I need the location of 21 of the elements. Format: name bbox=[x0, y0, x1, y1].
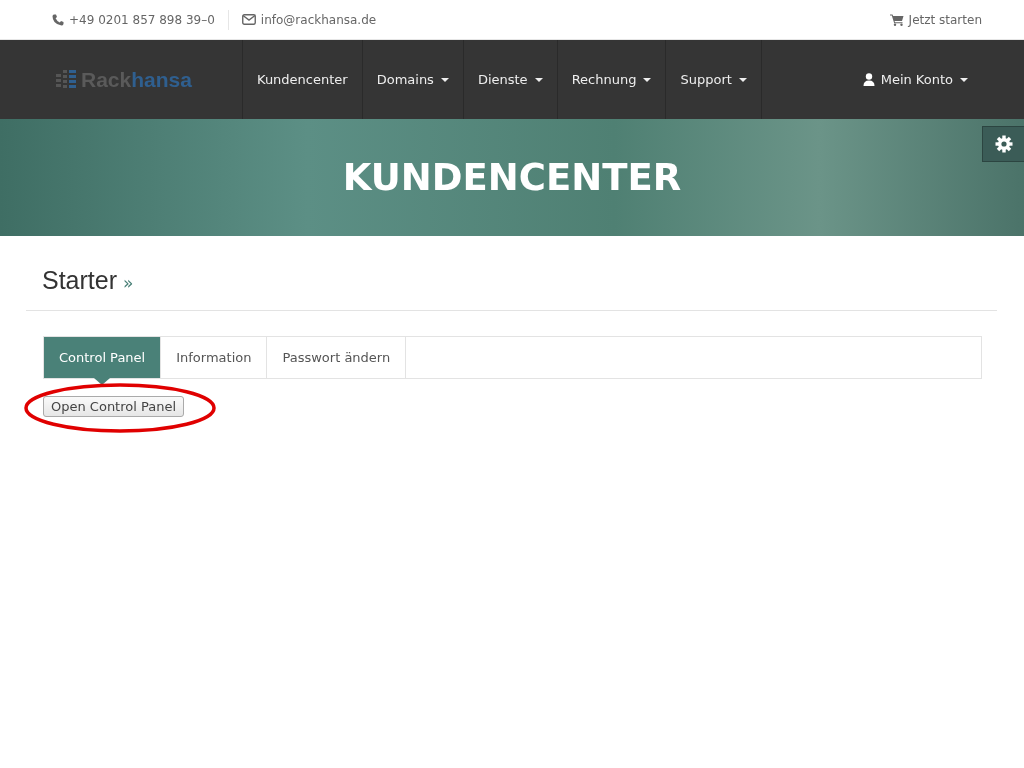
cart-link[interactable]: Jetzt starten bbox=[908, 12, 982, 27]
account-menu[interactable]: Mein Konto bbox=[848, 40, 982, 119]
caret-icon bbox=[440, 77, 449, 82]
bars-logo-icon bbox=[56, 69, 78, 90]
envelope-icon bbox=[241, 14, 256, 25]
email-link[interactable]: info@rackhansa.de bbox=[260, 12, 377, 27]
page-title: Starter bbox=[42, 266, 118, 295]
user-icon bbox=[862, 73, 875, 86]
caret-icon bbox=[738, 77, 747, 82]
caret-icon bbox=[960, 77, 968, 82]
open-control-panel-button[interactable]: Open Control Panel bbox=[43, 396, 185, 417]
phone-icon bbox=[52, 13, 64, 26]
caret-icon bbox=[534, 77, 543, 82]
hero-title: KUNDENCENTER bbox=[342, 156, 682, 199]
cart-icon bbox=[889, 13, 904, 26]
settings-button[interactable] bbox=[982, 126, 1024, 162]
settings-icon bbox=[994, 135, 1013, 153]
breadcrumb-mark: » bbox=[123, 273, 134, 293]
caret-icon bbox=[643, 77, 652, 82]
phone-number: +49 0201 857 898 39–0 bbox=[69, 12, 215, 27]
active-tab-pointer bbox=[94, 378, 111, 385]
